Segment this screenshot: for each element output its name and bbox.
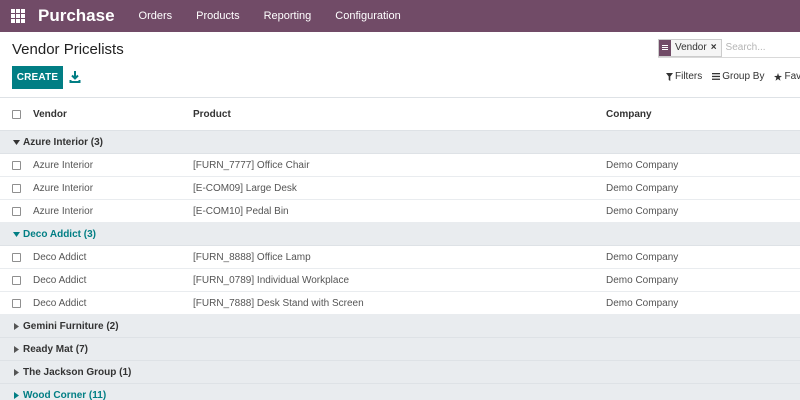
table-row[interactable]: Deco Addict [FURN_0789] Individual Workp… bbox=[0, 269, 800, 292]
table-row[interactable]: Deco Addict [FURN_8888] Office Lamp Demo… bbox=[0, 246, 800, 269]
cell-product: [E-COM10] Pedal Bin bbox=[193, 205, 289, 217]
groupby-label: Group By bbox=[722, 71, 765, 82]
create-button[interactable]: CREATE bbox=[12, 66, 63, 89]
group-row-ready-mat[interactable]: Ready Mat (7) bbox=[0, 338, 800, 361]
table-header: Vendor Product Company bbox=[0, 98, 800, 131]
filters-button[interactable]: Filters bbox=[666, 71, 702, 82]
cell-company: Demo Company bbox=[606, 251, 679, 263]
filters-label: Filters bbox=[675, 71, 703, 82]
favorites-label: Favorites bbox=[784, 71, 800, 82]
app-brand[interactable]: Purchase bbox=[38, 6, 115, 26]
group-row-wood-corner[interactable]: Wood Corner (11) bbox=[0, 384, 800, 400]
table-row[interactable]: Azure Interior [E-COM09] Large Desk Demo… bbox=[0, 177, 800, 200]
row-checkbox[interactable] bbox=[12, 275, 21, 285]
menu-configuration[interactable]: Configuration bbox=[323, 0, 412, 32]
group-label: Azure Interior (3) bbox=[23, 136, 104, 148]
cell-vendor: Azure Interior bbox=[33, 205, 94, 217]
group-row-deco-addict[interactable]: Deco Addict (3) bbox=[0, 223, 800, 246]
page-title: Vendor Pricelists bbox=[12, 41, 124, 58]
cell-vendor: Deco Addict bbox=[33, 274, 87, 286]
cell-company: Demo Company bbox=[606, 297, 679, 309]
row-checkbox[interactable] bbox=[12, 252, 21, 262]
group-row-gemini-furniture[interactable]: Gemini Furniture (2) bbox=[0, 315, 800, 338]
search-facet: Vendor × bbox=[658, 38, 722, 57]
group-label: The Jackson Group (1) bbox=[23, 366, 132, 378]
caret-right-icon bbox=[12, 345, 20, 353]
cell-vendor: Deco Addict bbox=[33, 251, 87, 263]
menu-products[interactable]: Products bbox=[184, 0, 251, 32]
cell-vendor: Azure Interior bbox=[33, 159, 94, 171]
caret-down-icon bbox=[12, 230, 20, 238]
caret-right-icon bbox=[12, 368, 20, 376]
cell-product: [FURN_7777] Office Chair bbox=[193, 159, 310, 171]
cell-product: [FURN_8888] Office Lamp bbox=[193, 251, 311, 263]
cell-product: [FURN_7888] Desk Stand with Screen bbox=[193, 297, 364, 309]
menu-reporting[interactable]: Reporting bbox=[252, 0, 324, 32]
row-checkbox[interactable] bbox=[12, 298, 21, 308]
menu-orders[interactable]: Orders bbox=[127, 0, 185, 32]
cell-vendor: Azure Interior bbox=[33, 182, 94, 194]
column-header-vendor[interactable]: Vendor bbox=[33, 109, 193, 120]
table-row[interactable]: Deco Addict [FURN_7888] Desk Stand with … bbox=[0, 292, 800, 315]
cell-product: [E-COM09] Large Desk bbox=[193, 182, 297, 194]
search-input[interactable] bbox=[725, 42, 796, 53]
list-icon bbox=[712, 73, 721, 80]
group-row-jackson-group[interactable]: The Jackson Group (1) bbox=[0, 361, 800, 384]
group-label: Deco Addict (3) bbox=[23, 228, 96, 240]
caret-right-icon bbox=[12, 391, 20, 399]
top-navbar: Purchase Orders Products Reporting Confi… bbox=[0, 0, 800, 32]
cell-vendor: Deco Addict bbox=[33, 297, 87, 309]
pricelist-table: Vendor Product Company Azure Interior (3… bbox=[0, 98, 800, 400]
group-label: Ready Mat (7) bbox=[23, 343, 89, 355]
cell-product: [FURN_0789] Individual Workplace bbox=[193, 274, 350, 286]
search-bar: Vendor × bbox=[658, 38, 800, 58]
facet-remove-icon[interactable]: × bbox=[711, 42, 721, 53]
facet-value: Vendor bbox=[675, 42, 707, 53]
row-checkbox[interactable] bbox=[12, 206, 21, 216]
caret-right-icon bbox=[12, 322, 20, 330]
row-checkbox[interactable] bbox=[12, 183, 21, 193]
select-all-checkbox[interactable] bbox=[12, 109, 21, 119]
table-row[interactable]: Azure Interior [E-COM10] Pedal Bin Demo … bbox=[0, 200, 800, 223]
apps-menu-icon[interactable] bbox=[11, 9, 25, 23]
filter-icon bbox=[666, 72, 673, 81]
group-row-azure-interior[interactable]: Azure Interior (3) bbox=[0, 131, 800, 154]
group-label: Gemini Furniture (2) bbox=[23, 320, 119, 332]
column-header-company[interactable]: Company bbox=[606, 109, 800, 120]
cell-company: Demo Company bbox=[606, 274, 679, 286]
column-header-product[interactable]: Product bbox=[193, 109, 606, 120]
caret-down-icon bbox=[12, 138, 20, 146]
table-row[interactable]: Azure Interior [FURN_7777] Office Chair … bbox=[0, 154, 800, 177]
star-icon bbox=[774, 72, 783, 81]
search-options: Filters Group By Favorites bbox=[666, 71, 800, 82]
cell-company: Demo Company bbox=[606, 182, 679, 194]
cell-company: Demo Company bbox=[606, 205, 679, 217]
favorites-button[interactable]: Favorites bbox=[774, 71, 800, 82]
groupby-button[interactable]: Group By bbox=[712, 71, 764, 82]
row-checkbox[interactable] bbox=[12, 160, 21, 170]
download-icon[interactable] bbox=[69, 70, 81, 84]
cell-company: Demo Company bbox=[606, 159, 679, 171]
group-by-icon bbox=[659, 39, 671, 56]
group-label: Wood Corner (11) bbox=[23, 389, 107, 400]
